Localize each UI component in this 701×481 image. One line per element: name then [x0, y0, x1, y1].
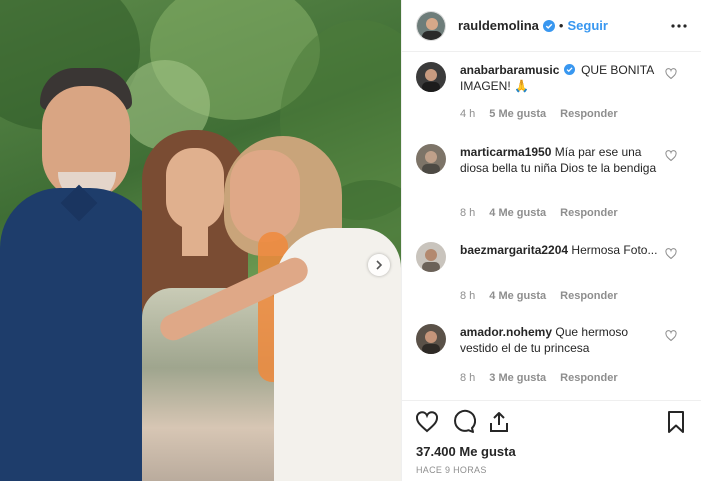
- heart-outline-icon[interactable]: [414, 409, 440, 435]
- comment-body: amador.nohemy Que hermoso vestido el de …: [460, 324, 668, 356]
- comment-body: anabarbaramusic QUE BONITA IMAGEN! 🙏: [460, 62, 668, 94]
- comment-meta: 4 h 5 Me gusta Responder: [460, 108, 632, 120]
- post-author-username[interactable]: rauldemolina: [458, 18, 539, 33]
- profile-picture: [416, 242, 446, 272]
- next-photo-button[interactable]: [368, 254, 390, 276]
- reply-button[interactable]: Responder: [560, 290, 617, 302]
- heart-outline-icon[interactable]: [665, 68, 677, 80]
- reply-button[interactable]: Responder: [560, 372, 617, 384]
- avatar[interactable]: [416, 144, 446, 174]
- heart-outline-icon[interactable]: [665, 330, 677, 342]
- comment-time: 8 h: [460, 207, 476, 219]
- comments-list[interactable]: anabarbaramusic QUE BONITA IMAGEN! 🙏 4 h…: [402, 53, 701, 399]
- post-photo[interactable]: [0, 0, 401, 481]
- post-side-panel: rauldemolina • Seguir anabarbaramusic QU…: [401, 0, 701, 481]
- profile-picture: [416, 62, 446, 92]
- comment-likes[interactable]: 5 Me gusta: [489, 108, 546, 120]
- reply-button[interactable]: Responder: [560, 207, 617, 219]
- comment-meta: 8 h 3 Me gusta Responder: [460, 372, 632, 384]
- profile-picture: [416, 144, 446, 174]
- follow-button[interactable]: Seguir: [567, 18, 607, 33]
- man-figure: [0, 60, 160, 481]
- action-bar: [414, 409, 689, 437]
- comment-item: amador.nohemy Que hermoso vestido el de …: [416, 324, 691, 389]
- verified-badge-icon: [563, 64, 575, 75]
- speech-bubble-icon[interactable]: [450, 409, 476, 435]
- post-timestamp[interactable]: HACE 9 HORAS: [416, 465, 487, 475]
- comment-likes[interactable]: 4 Me gusta: [489, 290, 546, 302]
- post-actions: 37.400 Me gusta HACE 9 HORAS: [402, 400, 701, 481]
- comment-item: anabarbaramusic QUE BONITA IMAGEN! 🙏 4 h…: [416, 62, 691, 132]
- bookmark-icon[interactable]: [663, 409, 689, 435]
- post-header: rauldemolina • Seguir: [402, 0, 701, 52]
- comment-time: 8 h: [460, 290, 476, 302]
- comment-username[interactable]: amador.nohemy: [460, 325, 552, 339]
- avatar[interactable]: [416, 62, 446, 92]
- comment-time: 8 h: [460, 372, 476, 384]
- comment-username[interactable]: baezmargarita2204: [460, 243, 568, 257]
- comment-likes[interactable]: 4 Me gusta: [489, 207, 546, 219]
- avatar[interactable]: [416, 242, 446, 272]
- heart-outline-icon[interactable]: [665, 150, 677, 162]
- chevron-right-icon: [376, 260, 383, 270]
- more-options-icon[interactable]: [671, 23, 687, 28]
- woman-figure: [156, 136, 401, 481]
- heart-outline-icon[interactable]: [665, 248, 677, 260]
- comment-item: marticarma1950 Mía par ese una diosa bel…: [416, 144, 691, 224]
- comment-username[interactable]: marticarma1950: [460, 145, 551, 159]
- avatar[interactable]: [416, 10, 446, 41]
- profile-picture: [416, 324, 446, 354]
- avatar[interactable]: [416, 324, 446, 354]
- comment-meta: 8 h 4 Me gusta Responder: [460, 290, 632, 302]
- separator-dot: •: [558, 18, 564, 33]
- comment-body: marticarma1950 Mía par ese una diosa bel…: [460, 144, 668, 176]
- like-count[interactable]: 37.400 Me gusta: [416, 444, 516, 459]
- comment-likes[interactable]: 3 Me gusta: [489, 372, 546, 384]
- comment-body: baezmargarita2204 Hermosa Foto...: [460, 242, 668, 258]
- comment-meta: 8 h 4 Me gusta Responder: [460, 207, 632, 219]
- comment-time: 4 h: [460, 108, 476, 120]
- verified-badge-icon: [542, 19, 555, 32]
- reply-button[interactable]: Responder: [560, 108, 617, 120]
- comment-text: Hermosa Foto...: [571, 243, 658, 257]
- profile-picture: [417, 11, 445, 40]
- comment-item: baezmargarita2204 Hermosa Foto... 8 h 4 …: [416, 242, 691, 307]
- share-icon[interactable]: [486, 409, 512, 435]
- comment-username[interactable]: anabarbaramusic: [460, 63, 559, 77]
